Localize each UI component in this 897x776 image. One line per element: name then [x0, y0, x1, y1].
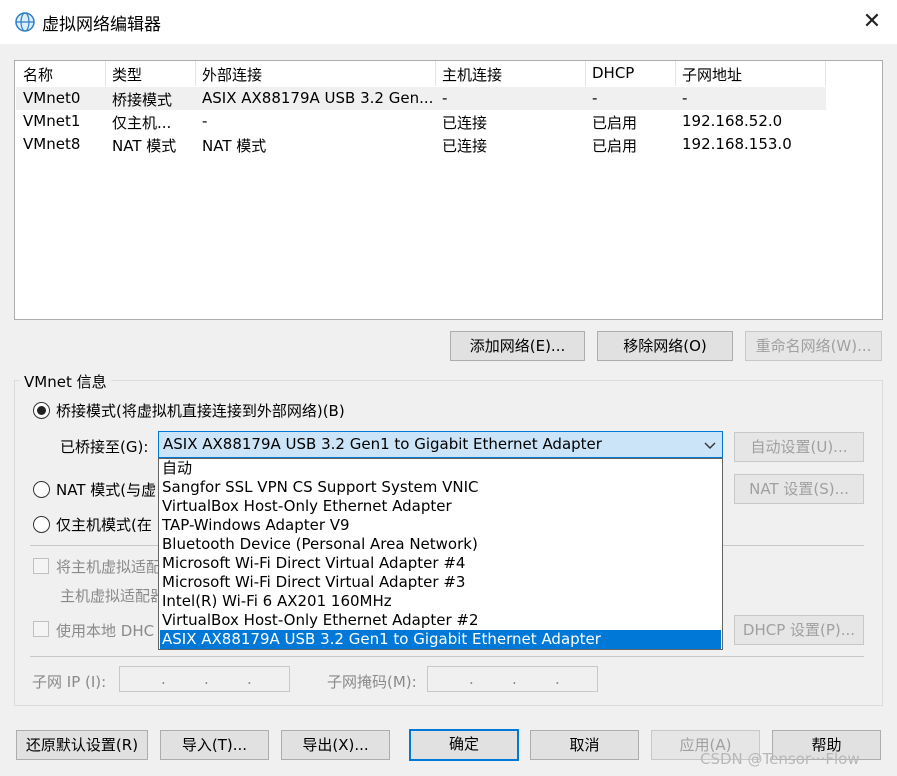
bridged-label: 桥接模式(将虚拟机直接连接到外部网络)(B) [56, 402, 345, 420]
nat-label: NAT 模式(与虚 [56, 481, 157, 499]
table-row[interactable]: VMnet1 仅主机... - 已连接 已启用 192.168.52.0 [16, 110, 826, 133]
list-item[interactable]: VirtualBox Host-Only Ethernet Adapter #2 [160, 611, 721, 630]
column-external[interactable]: 外部连接 [202, 64, 262, 85]
column-host[interactable]: 主机连接 [442, 64, 502, 85]
list-item[interactable]: VirtualBox Host-Only Ethernet Adapter [160, 497, 721, 516]
bridged-radio[interactable] [33, 402, 50, 419]
vmnet-info-label: VMnet 信息 [20, 371, 111, 392]
connect-adapter-checkbox[interactable] [33, 558, 49, 574]
list-header: 名称 类型 外部连接 主机连接 DHCP 子网地址 [15, 61, 882, 86]
subnet-mask-label: 子网掩码(M): [327, 673, 417, 691]
column-dhcp[interactable]: DHCP [592, 64, 634, 82]
column-subnet[interactable]: 子网地址 [682, 64, 742, 85]
bridged-adapter-select[interactable]: ASIX AX88179A USB 3.2 Gen1 to Gigabit Et… [158, 431, 723, 458]
chevron-down-icon [704, 442, 716, 449]
remove-network-button[interactable]: 移除网络(O) [597, 331, 733, 361]
subnet-mask-input[interactable]: ... [427, 666, 598, 692]
ok-button[interactable]: 确定 [409, 729, 519, 761]
rename-network-button[interactable]: 重命名网络(W)... [745, 331, 882, 361]
watermark: CSDN @Tensor···Flow [700, 750, 860, 768]
connect-adapter-label: 将主机虚拟适配 [56, 558, 162, 576]
nat-settings-button[interactable]: NAT 设置(S)... [734, 474, 864, 504]
dhcp-settings-button[interactable]: DHCP 设置(P)... [734, 615, 864, 645]
title-bar: 虚拟网络编辑器 ✕ [0, 0, 897, 44]
table-row[interactable]: VMnet8 NAT 模式 NAT 模式 已连接 已启用 192.168.153… [16, 133, 826, 156]
subnet-ip-input[interactable]: ... [119, 666, 290, 692]
host-only-label: 仅主机模式(在 [56, 516, 152, 534]
table-row[interactable]: VMnet0 桥接模式 ASIX AX88179A USB 3.2 Gen...… [16, 87, 826, 110]
use-dhcp-label: 使用本地 DHC [56, 622, 155, 640]
divider [30, 656, 864, 657]
list-item[interactable]: Intel(R) Wi-Fi 6 AX201 160MHz [160, 592, 721, 611]
auto-settings-button[interactable]: 自动设置(U)... [734, 432, 864, 462]
close-icon[interactable]: ✕ [856, 6, 888, 38]
nat-radio[interactable] [33, 481, 50, 498]
use-dhcp-checkbox[interactable] [33, 621, 49, 637]
add-network-button[interactable]: 添加网络(E)... [450, 331, 585, 361]
cancel-button[interactable]: 取消 [530, 730, 639, 760]
bridged-adapter-value: ASIX AX88179A USB 3.2 Gen1 to Gigabit Et… [163, 435, 602, 453]
host-only-radio[interactable] [33, 516, 50, 533]
bridged-to-label: 已桥接至(G): [60, 438, 149, 456]
column-name[interactable]: 名称 [23, 64, 53, 85]
import-button[interactable]: 导入(T)... [160, 730, 269, 760]
list-item[interactable]: Microsoft Wi-Fi Direct Virtual Adapter #… [160, 573, 721, 592]
adapter-name-label: 主机虚拟适配器 [60, 587, 166, 605]
list-item[interactable]: Bluetooth Device (Personal Area Network) [160, 535, 721, 554]
subnet-ip-label: 子网 IP (I): [32, 673, 107, 691]
export-button[interactable]: 导出(X)... [281, 730, 390, 760]
list-item[interactable]: Microsoft Wi-Fi Direct Virtual Adapter #… [160, 554, 721, 573]
network-globe-icon [15, 12, 35, 32]
column-type[interactable]: 类型 [112, 64, 142, 85]
list-item[interactable]: TAP-Windows Adapter V9 [160, 516, 721, 535]
list-item[interactable]: Sangfor SSL VPN CS Support System VNIC [160, 478, 721, 497]
window-title: 虚拟网络编辑器 [42, 15, 161, 35]
adapter-dropdown-list[interactable]: 自动 Sangfor SSL VPN CS Support System VNI… [158, 458, 723, 650]
list-item-selected[interactable]: ASIX AX88179A USB 3.2 Gen1 to Gigabit Et… [160, 630, 721, 649]
network-list[interactable]: 名称 类型 外部连接 主机连接 DHCP 子网地址 VMnet0 桥接模式 AS… [14, 60, 883, 320]
restore-defaults-button[interactable]: 还原默认设置(R) [16, 730, 148, 760]
list-item[interactable]: 自动 [160, 459, 721, 478]
